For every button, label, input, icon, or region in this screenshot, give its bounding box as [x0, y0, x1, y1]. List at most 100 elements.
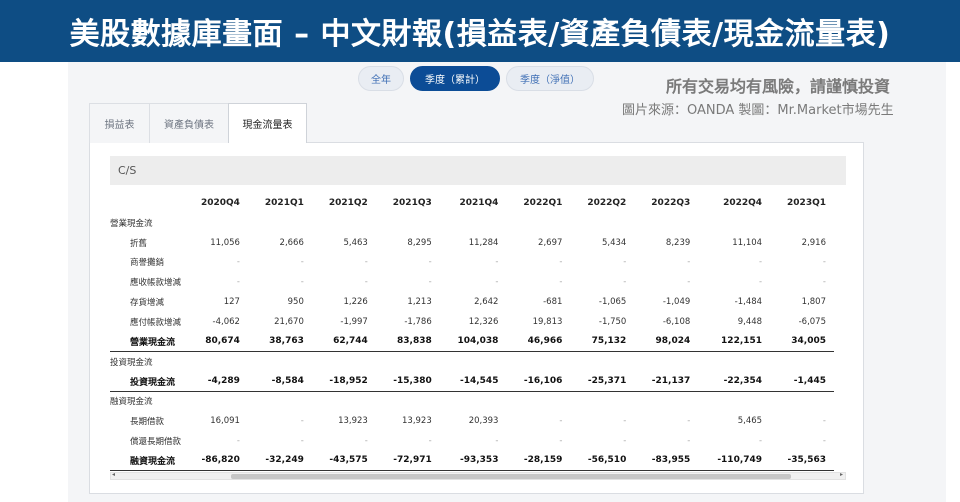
row-label: 應付帳款增減	[130, 317, 182, 328]
table-cell: -	[758, 257, 763, 268]
table-cell: -	[495, 435, 499, 446]
table-cell	[312, 352, 376, 372]
table-cell: -1,750	[598, 316, 627, 327]
table-cell: -	[428, 257, 432, 268]
table-cell: -	[495, 257, 499, 268]
table-cell: -	[364, 435, 368, 446]
table-cell: -32,249	[247, 450, 312, 471]
table-cell: -	[300, 435, 304, 446]
table-cell: 21,670	[274, 316, 304, 327]
table-cell: 11,104	[732, 237, 763, 248]
table-cell	[248, 391, 312, 411]
table-cell: -86,820	[184, 450, 248, 471]
table-cell: -	[559, 435, 563, 446]
period-option-annual[interactable]: 全年	[358, 66, 404, 91]
table-cell: -	[236, 435, 240, 446]
column-header: 2021Q2	[328, 198, 368, 208]
table-cell: -1,484	[734, 297, 763, 308]
table-cell: -	[300, 415, 304, 426]
row-label: 投資現金流	[110, 357, 153, 368]
table-cell: 46,966	[506, 331, 571, 353]
tab-cash-flow-statement[interactable]: 現金流量表	[228, 103, 307, 143]
table-cell: 11,056	[210, 237, 240, 248]
table-body: 營業現金流 折舊 11,056 2,666 5,463 8,295 11,284 2,697 5…	[110, 213, 834, 471]
table-cell	[634, 352, 698, 372]
table-cell	[770, 391, 834, 411]
table-cell: 1,807	[801, 297, 826, 308]
table-cell: 75,132	[570, 331, 635, 353]
table-cell: -83,955	[634, 450, 699, 471]
table-cell: 2,916	[801, 237, 826, 248]
table-cell	[570, 391, 634, 411]
table-cell: -1,786	[404, 316, 432, 327]
column-header: 2022Q2	[587, 198, 627, 208]
table-cell: -	[822, 435, 826, 446]
table-cell: -	[687, 277, 691, 288]
table-cell: 62,744	[311, 331, 376, 353]
table-cell	[376, 391, 440, 411]
table-cell: 1,226	[343, 297, 368, 308]
tab-balance-sheet[interactable]: 資產負債表	[149, 103, 229, 143]
table-cell: 80,674	[184, 331, 248, 353]
table-cell: -	[822, 277, 826, 288]
table-cell: 9,448	[737, 316, 763, 327]
table-cell: -1,997	[340, 316, 368, 327]
table-cell	[440, 213, 507, 233]
column-header: 2023Q1	[787, 198, 826, 208]
table-cell: -	[428, 277, 432, 288]
row-label: 投資現金流	[110, 371, 184, 392]
table-cell: -	[687, 415, 691, 426]
table-cell: -	[559, 257, 563, 268]
table-cell: -	[300, 257, 304, 268]
table-cell: -22,354	[698, 371, 771, 392]
row-label: 商譽攤銷	[130, 258, 165, 269]
table-cell: 122,151	[698, 331, 771, 353]
table-cell: -43,575	[311, 450, 376, 471]
table-cell: -6,108	[662, 316, 691, 327]
scroll-left-arrow-icon[interactable]: ◂	[112, 471, 115, 478]
table-cell	[634, 391, 698, 411]
row-label: 營業現金流	[110, 218, 153, 229]
table-cell: 8,239	[665, 237, 691, 248]
table-cell: 19,813	[532, 316, 563, 327]
table-cell	[506, 391, 570, 411]
table-cell: -	[559, 277, 563, 288]
table-cell	[770, 213, 834, 233]
period-option-quarterly-cumulative[interactable]: 季度（累計）	[410, 66, 500, 91]
table-cell: -	[758, 435, 763, 446]
table-cell: -	[495, 277, 499, 288]
table-cell: 127	[223, 297, 240, 308]
table-cell: 8,295	[407, 237, 432, 248]
table-cell: 5,463	[343, 237, 368, 248]
row-label: 應收帳款增減	[130, 278, 182, 289]
tab-income-statement[interactable]: 損益表	[89, 103, 150, 143]
table-row: 長期借款 16,091 - 13,923 13,923 20,393 - - - 5,465 -	[110, 411, 834, 431]
scrollbar-thumb[interactable]	[231, 474, 791, 479]
table-cell: -28,159	[506, 450, 571, 471]
table-cell: 11,284	[468, 237, 499, 248]
table-cell: 5,434	[601, 237, 627, 248]
scroll-right-arrow-icon[interactable]: ▸	[840, 471, 843, 478]
table-cell: -	[623, 277, 627, 288]
table-cell	[570, 213, 634, 233]
table-cell: 950	[287, 297, 304, 308]
table-cell	[770, 352, 834, 372]
horizontal-scrollbar[interactable]: ◂ ▸	[110, 471, 846, 480]
table-cell: 20,393	[468, 415, 499, 426]
table-cell: -4,062	[212, 316, 240, 327]
table-cell: -	[822, 415, 826, 426]
table-cell: -	[623, 257, 627, 268]
table-cell: -25,371	[570, 371, 635, 392]
period-option-quarterly-net[interactable]: 季度（淨值）	[506, 66, 594, 91]
table-cell: -	[236, 257, 240, 268]
table-cell: -	[623, 415, 627, 426]
table-cell: 34,005	[770, 331, 834, 353]
table-cell	[312, 213, 376, 233]
row-label: 營業現金流	[110, 331, 184, 353]
table-cell	[440, 391, 507, 411]
table-cell: 13,923	[402, 415, 432, 426]
table-cell: -	[364, 277, 368, 288]
column-header: 2021Q1	[264, 198, 304, 208]
table-cell	[440, 352, 507, 372]
table-cell: -56,510	[570, 450, 635, 471]
